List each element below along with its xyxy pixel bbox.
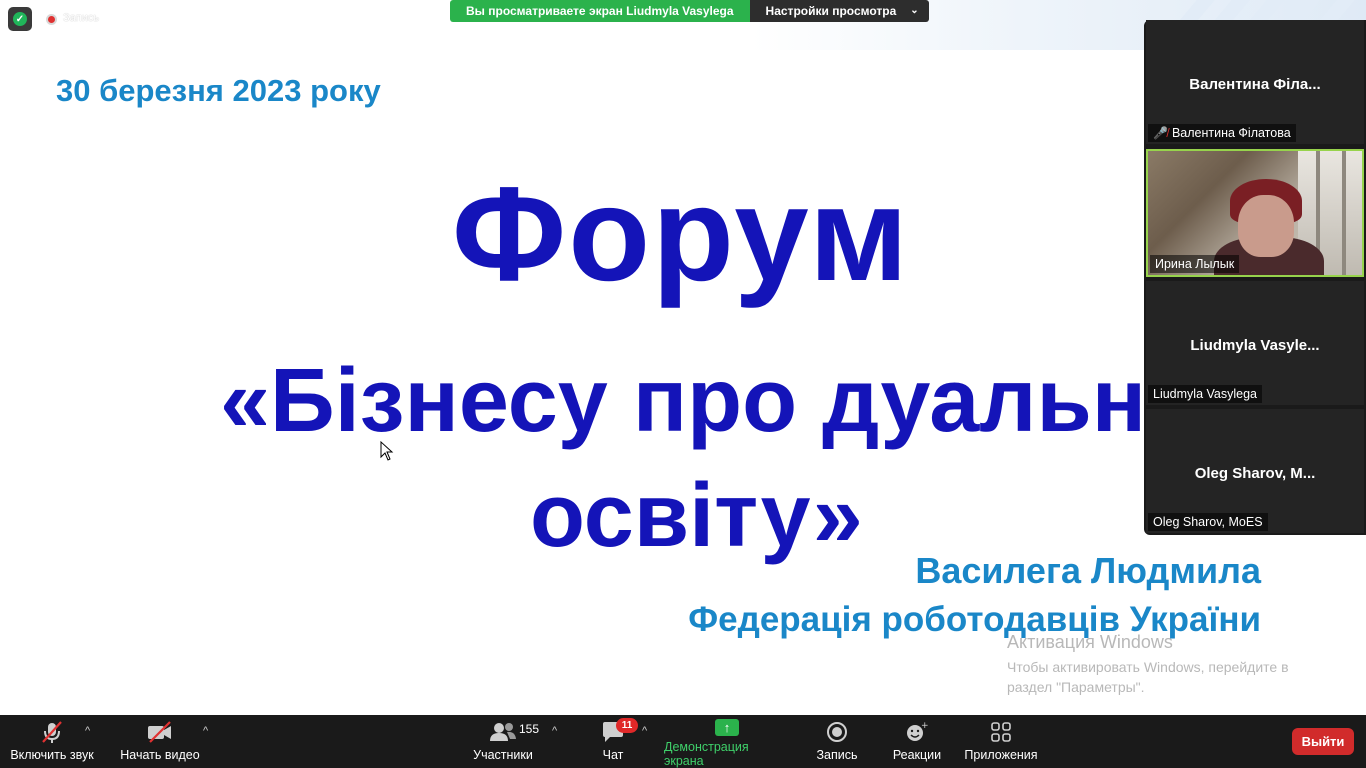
participant-tile[interactable]: Валентина Філа... 🎤̸ Валентина Філатова (1146, 20, 1364, 144)
record-button[interactable]: Запись (814, 715, 860, 768)
screen-share-banner: Вы просматриваете экран Liudmyla Vasyleg… (450, 0, 929, 22)
record-icon (826, 715, 848, 748)
participant-video-face (1238, 195, 1294, 257)
share-screen-label: Демонстрация экрана (664, 740, 749, 768)
activation-title: Активация Windows (1007, 632, 1173, 652)
view-options-button[interactable]: Настройки просмотра ⌄ (749, 0, 929, 22)
participant-display-name: Liudmyla Vasyle... (1190, 337, 1320, 354)
slide-subtitle-line2: освіту» (530, 466, 863, 566)
start-video-label: Начать видео (120, 748, 200, 762)
participant-display-name: Oleg Sharov, M... (1194, 465, 1316, 482)
muted-mic-icon: 🎤̸ (1153, 126, 1168, 140)
leave-meeting-button[interactable]: Выйти (1292, 728, 1354, 755)
windows-activation-watermark: Активация Windows Чтобы активировать Win… (1007, 632, 1327, 697)
slide-author: Василега Людмила (915, 550, 1261, 591)
encryption-shield-icon[interactable]: ✓ (8, 7, 32, 31)
slide-date: 30 березня 2023 року (56, 73, 381, 108)
recording-label: Запись (63, 12, 100, 24)
unmute-label: Включить звук (10, 748, 94, 762)
participant-name-label: 🎤̸ Валентина Філатова (1148, 124, 1296, 142)
participant-name: Ирина Лылык (1155, 257, 1235, 271)
chat-label: Чат (602, 748, 624, 762)
participant-name-label: Liudmyla Vasylega (1148, 385, 1262, 403)
apps-icon (990, 715, 1012, 748)
unmute-button[interactable]: Включить звук (10, 715, 94, 768)
chat-options-caret-icon[interactable]: ^ (642, 725, 647, 737)
participant-display-name: Валентина Філа... (1189, 76, 1321, 93)
chevron-down-icon: ⌄ (910, 5, 919, 16)
video-off-icon (146, 715, 174, 748)
slide-subtitle-line1: «Бізнесу про дуальну (220, 351, 1197, 451)
participant-name: Liudmyla Vasylega (1153, 387, 1257, 401)
share-screen-icon: ↑ (715, 715, 739, 740)
participants-label: Участники (473, 748, 533, 762)
share-screen-button[interactable]: ↑ Демонстрация экрана (664, 715, 790, 768)
apps-button[interactable]: Приложения (964, 715, 1038, 768)
activation-text: Чтобы активировать Windows, перейдите в … (1007, 659, 1289, 695)
participants-icon (488, 715, 518, 748)
start-video-button[interactable]: Начать видео (120, 715, 200, 768)
participant-tile[interactable]: Liudmyla Vasyle... Liudmyla Vasylega (1146, 281, 1364, 405)
zoom-meeting-window: ✓ Запись Вы просматриваете экран Liudmyl… (0, 0, 1366, 768)
muted-microphone-icon (40, 715, 64, 748)
participant-name: Валентина Філатова (1171, 126, 1291, 140)
participant-tile[interactable]: Oleg Sharov, M... Oleg Sharov, MoES (1146, 409, 1364, 533)
participants-options-caret-icon[interactable]: ^ (552, 725, 557, 737)
participant-tile-active-speaker[interactable]: Ирина Лылык (1146, 149, 1364, 277)
share-banner-text: Вы просматриваете экран Liudmyla Vasyleg… (450, 0, 750, 22)
recording-indicator-icon (46, 14, 57, 25)
reactions-smiley-icon: + (905, 715, 929, 748)
mouse-cursor-icon (380, 441, 394, 461)
record-label: Запись (816, 748, 858, 762)
svg-text:+: + (921, 721, 929, 731)
apps-label: Приложения (964, 748, 1038, 762)
view-options-label: Настройки просмотра (765, 4, 897, 18)
video-options-caret-icon[interactable]: ^ (203, 725, 208, 737)
participant-name-label: Oleg Sharov, MoES (1148, 513, 1268, 531)
chat-unread-badge: 11 (616, 718, 638, 733)
participant-name-label: Ирина Лылык (1150, 255, 1240, 273)
reactions-label: Реакции (892, 748, 942, 762)
participant-name: Oleg Sharov, MoES (1153, 515, 1263, 529)
slide-title-text: Форум (451, 160, 911, 309)
audio-options-caret-icon[interactable]: ^ (85, 725, 90, 737)
reactions-button[interactable]: + Реакции (892, 715, 942, 768)
participants-video-panel: Валентина Філа... 🎤̸ Валентина Філатова … (1144, 20, 1366, 535)
participants-count: 155 (519, 722, 540, 736)
